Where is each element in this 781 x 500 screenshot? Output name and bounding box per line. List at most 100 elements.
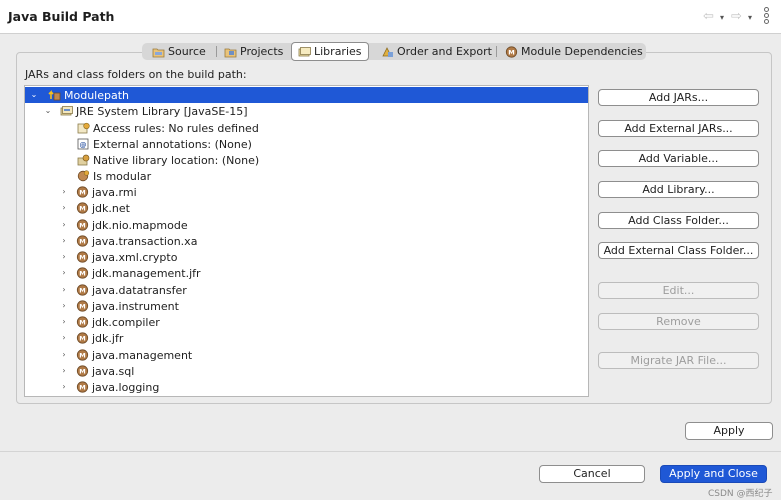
tree-item-label: java.transaction.xa	[92, 234, 198, 248]
apply-and-close-button[interactable]: Apply and Close	[660, 465, 767, 483]
add-jars-button[interactable]: Add JARs...	[598, 89, 759, 106]
apply-button[interactable]: Apply	[685, 422, 773, 440]
back-history-dropdown-icon[interactable]: ▾	[720, 13, 724, 22]
back-arrow-icon[interactable]: ⇦	[703, 9, 714, 24]
jre-library-icon	[60, 106, 73, 116]
add-external-jars-button[interactable]: Add External JARs...	[598, 120, 759, 137]
tree-item-jre-system-library[interactable]: ⌄ JRE System Library [JavaSE-15]	[25, 103, 588, 119]
svg-text:M: M	[79, 237, 85, 245]
tab-source[interactable]: Source	[146, 43, 212, 60]
collapsed-chevron-icon[interactable]: ›	[59, 366, 69, 376]
svg-text:M: M	[79, 351, 85, 359]
tree-item-module[interactable]: › M java.datatransfer	[25, 282, 588, 298]
footer-divider	[0, 451, 781, 452]
tree-item-external-annotations[interactable]: @ External annotations: (None)	[25, 136, 588, 152]
tree-item-module[interactable]: › M jdk.nio.mapmode	[25, 217, 588, 233]
build-path-tree[interactable]: ⌄ Modulepath ⌄ JRE System Library [JavaS…	[24, 85, 589, 397]
tab-separator	[496, 46, 497, 57]
module-icon: M	[76, 316, 89, 328]
edit-button[interactable]: Edit...	[598, 282, 759, 299]
dialog-header: Java Build Path ⇦ ▾ ⇨ ▾	[0, 0, 781, 34]
module-icon: M	[76, 267, 89, 279]
tree-item-module[interactable]: › M java.sql	[25, 363, 588, 379]
module-icon: M	[76, 381, 89, 393]
tree-item-label: java.management	[92, 348, 193, 362]
add-variable-button[interactable]: Add Variable...	[598, 150, 759, 167]
forward-history-dropdown-icon[interactable]: ▾	[748, 13, 752, 22]
tab-libraries[interactable]: Libraries	[291, 42, 369, 61]
svg-text:M: M	[79, 286, 85, 294]
collapsed-chevron-icon[interactable]: ›	[59, 252, 69, 262]
tab-label: Projects	[240, 45, 284, 58]
module-icon: M	[76, 349, 89, 361]
svg-text:M: M	[79, 367, 85, 375]
tree-item-label: Native library location: (None)	[93, 153, 260, 167]
tree-item-module[interactable]: › M java.xml.crypto	[25, 249, 588, 265]
more-options-icon[interactable]	[764, 7, 770, 27]
tab-projects[interactable]: Projects	[218, 43, 289, 60]
collapsed-chevron-icon[interactable]: ›	[59, 285, 69, 295]
tree-item-label: jdk.compiler	[92, 315, 160, 329]
module-icon: M	[76, 202, 89, 214]
collapsed-chevron-icon[interactable]: ›	[59, 268, 69, 278]
collapsed-chevron-icon[interactable]: ›	[59, 236, 69, 246]
modulepath-icon	[48, 90, 61, 101]
collapsed-chevron-icon[interactable]: ›	[59, 187, 69, 197]
collapsed-chevron-icon[interactable]: ›	[59, 203, 69, 213]
tree-item-modulepath[interactable]: ⌄ Modulepath	[25, 87, 588, 103]
tree-item-label: java.instrument	[92, 299, 179, 313]
tree-item-label: java.datatransfer	[92, 283, 187, 297]
tab-label: Order and Export	[397, 45, 492, 58]
forward-arrow-icon[interactable]: ⇨	[731, 9, 742, 24]
module-icon: M	[76, 365, 89, 377]
tree-item-native-library-location[interactable]: Native library location: (None)	[25, 152, 588, 168]
tab-order-and-export[interactable]: Order and Export	[375, 43, 498, 60]
add-external-class-folder-button[interactable]: Add External Class Folder...	[598, 242, 759, 259]
native-library-icon	[77, 154, 90, 166]
collapsed-chevron-icon[interactable]: ›	[59, 301, 69, 311]
svg-text:M: M	[79, 383, 85, 391]
tree-item-label: JRE System Library [JavaSE-15]	[76, 104, 248, 118]
tree-item-module[interactable]: › M jdk.net	[25, 200, 588, 216]
collapsed-chevron-icon[interactable]: ›	[59, 317, 69, 327]
tree-item-module[interactable]: › M java.instrument	[25, 298, 588, 314]
expanded-chevron-icon[interactable]: ⌄	[43, 106, 53, 116]
tree-item-access-rules[interactable]: Access rules: No rules defined	[25, 120, 588, 136]
tree-item-label: Modulepath	[64, 88, 130, 102]
tree-item-module[interactable]: › M jdk.compiler	[25, 314, 588, 330]
tree-item-is-modular[interactable]: Is modular	[25, 168, 588, 184]
module-icon: M	[76, 251, 89, 263]
module-icon: M	[76, 219, 89, 231]
svg-text:M: M	[79, 269, 85, 277]
tree-item-module[interactable]: › M jdk.jfr	[25, 330, 588, 346]
migrate-jar-file-button[interactable]: Migrate JAR File...	[598, 352, 759, 369]
add-class-folder-button[interactable]: Add Class Folder...	[598, 212, 759, 229]
cancel-button[interactable]: Cancel	[539, 465, 645, 483]
collapsed-chevron-icon[interactable]: ›	[59, 333, 69, 343]
tab-separator	[216, 46, 217, 57]
modular-icon	[77, 170, 90, 182]
source-folder-icon	[152, 48, 165, 57]
tree-item-module[interactable]: › M java.logging	[25, 379, 588, 395]
svg-text:M: M	[79, 204, 85, 212]
tree-item-module[interactable]: › M jdk.management.jfr	[25, 265, 588, 281]
expanded-chevron-icon[interactable]: ⌄	[29, 90, 39, 100]
tree-item-module[interactable]: › M java.rmi	[25, 184, 588, 200]
tree-item-label: jdk.management.jfr	[92, 266, 201, 280]
collapsed-chevron-icon[interactable]: ›	[59, 350, 69, 360]
build-path-list-label: JARs and class folders on the build path…	[25, 68, 247, 81]
tree-item-module[interactable]: › M java.transaction.xa	[25, 233, 588, 249]
add-library-button[interactable]: Add Library...	[598, 181, 759, 198]
remove-button[interactable]: Remove	[598, 313, 759, 330]
tab-module-dependencies[interactable]: M Module Dependencies	[499, 43, 649, 60]
collapsed-chevron-icon[interactable]: ›	[59, 382, 69, 392]
order-export-icon	[382, 46, 393, 57]
tab-label: Source	[168, 45, 206, 58]
module-icon: M	[76, 332, 89, 344]
module-icon: M	[76, 235, 89, 247]
collapsed-chevron-icon[interactable]: ›	[59, 220, 69, 230]
tree-item-label: java.sql	[92, 364, 135, 378]
tree-item-module[interactable]: › M java.management	[25, 347, 588, 363]
libraries-icon	[298, 46, 311, 56]
tree-item-label: External annotations: (None)	[93, 137, 252, 151]
